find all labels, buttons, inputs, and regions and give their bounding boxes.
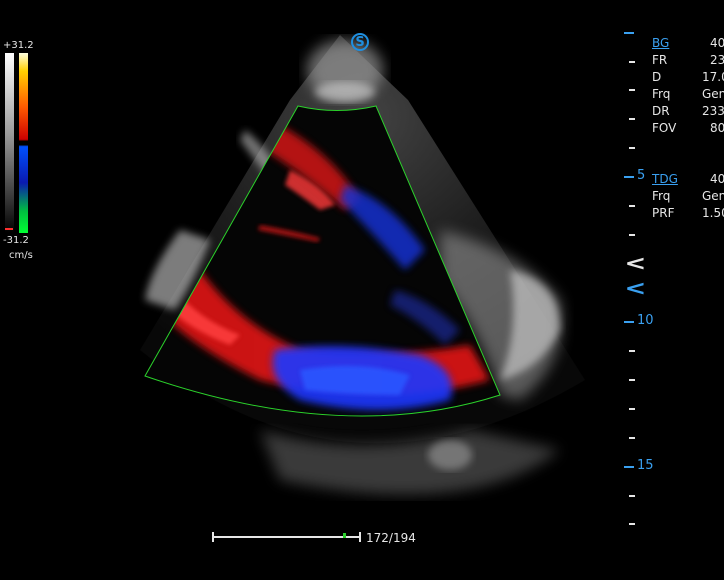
depth-tick <box>629 523 635 525</box>
depth-tick <box>629 437 635 439</box>
param-fr-value: 23 <box>710 53 724 67</box>
param-fov-label: FOV <box>652 121 677 135</box>
depth-tick <box>629 234 635 236</box>
param-fov-value: 80 <box>710 121 724 135</box>
probe-orientation-marker: S <box>351 33 369 51</box>
param-d-value: 17.0 <box>702 70 724 84</box>
depth-tick-major <box>624 176 634 178</box>
depth-label-15: 15 <box>637 458 654 473</box>
param-d-label: D <box>652 70 662 84</box>
depth-label-5: 5 <box>637 168 646 183</box>
param-tdg-value: 40 <box>710 172 724 186</box>
cine-progress-track[interactable] <box>213 536 361 538</box>
depth-tick <box>629 118 635 120</box>
ultrasound-image <box>140 35 585 495</box>
depth-tick <box>629 350 635 352</box>
focus-marker-active-icon[interactable]: < <box>624 278 646 298</box>
param-doppler-frq-label: Frq <box>652 189 671 203</box>
focus-marker-icon[interactable]: < <box>624 253 646 273</box>
param-prf-label: PRF <box>652 206 675 220</box>
param-fr-label: FR <box>652 53 668 67</box>
depth-label-10: 10 <box>637 313 654 328</box>
depth-tick <box>629 61 635 63</box>
depth-tick <box>624 32 634 34</box>
depth-tick <box>629 89 635 91</box>
param-dr-value: 233 <box>702 104 724 118</box>
depth-tick <box>629 495 635 497</box>
param-bg-value: 40 <box>710 36 724 50</box>
param-frq-label: Frq <box>652 87 671 101</box>
cine-frame-counter: 172/194 <box>366 531 416 545</box>
depth-tick <box>629 408 635 410</box>
cine-track-start <box>212 532 214 542</box>
depth-tick <box>629 205 635 207</box>
depth-tick-major <box>624 321 634 323</box>
depth-tick <box>629 147 635 149</box>
param-dr-label: DR <box>652 104 670 118</box>
cine-position-marker[interactable] <box>343 533 347 538</box>
depth-tick <box>629 379 635 381</box>
param-prf-value: 1.50 <box>702 206 724 220</box>
param-doppler-frq-value: Gen <box>702 189 724 203</box>
param-tdg-label[interactable]: TDG <box>652 172 678 186</box>
cine-track-end <box>359 532 361 542</box>
depth-tick-major <box>624 466 634 468</box>
param-frq-value: Gen <box>702 87 724 101</box>
param-bg-label[interactable]: BG <box>652 36 669 50</box>
